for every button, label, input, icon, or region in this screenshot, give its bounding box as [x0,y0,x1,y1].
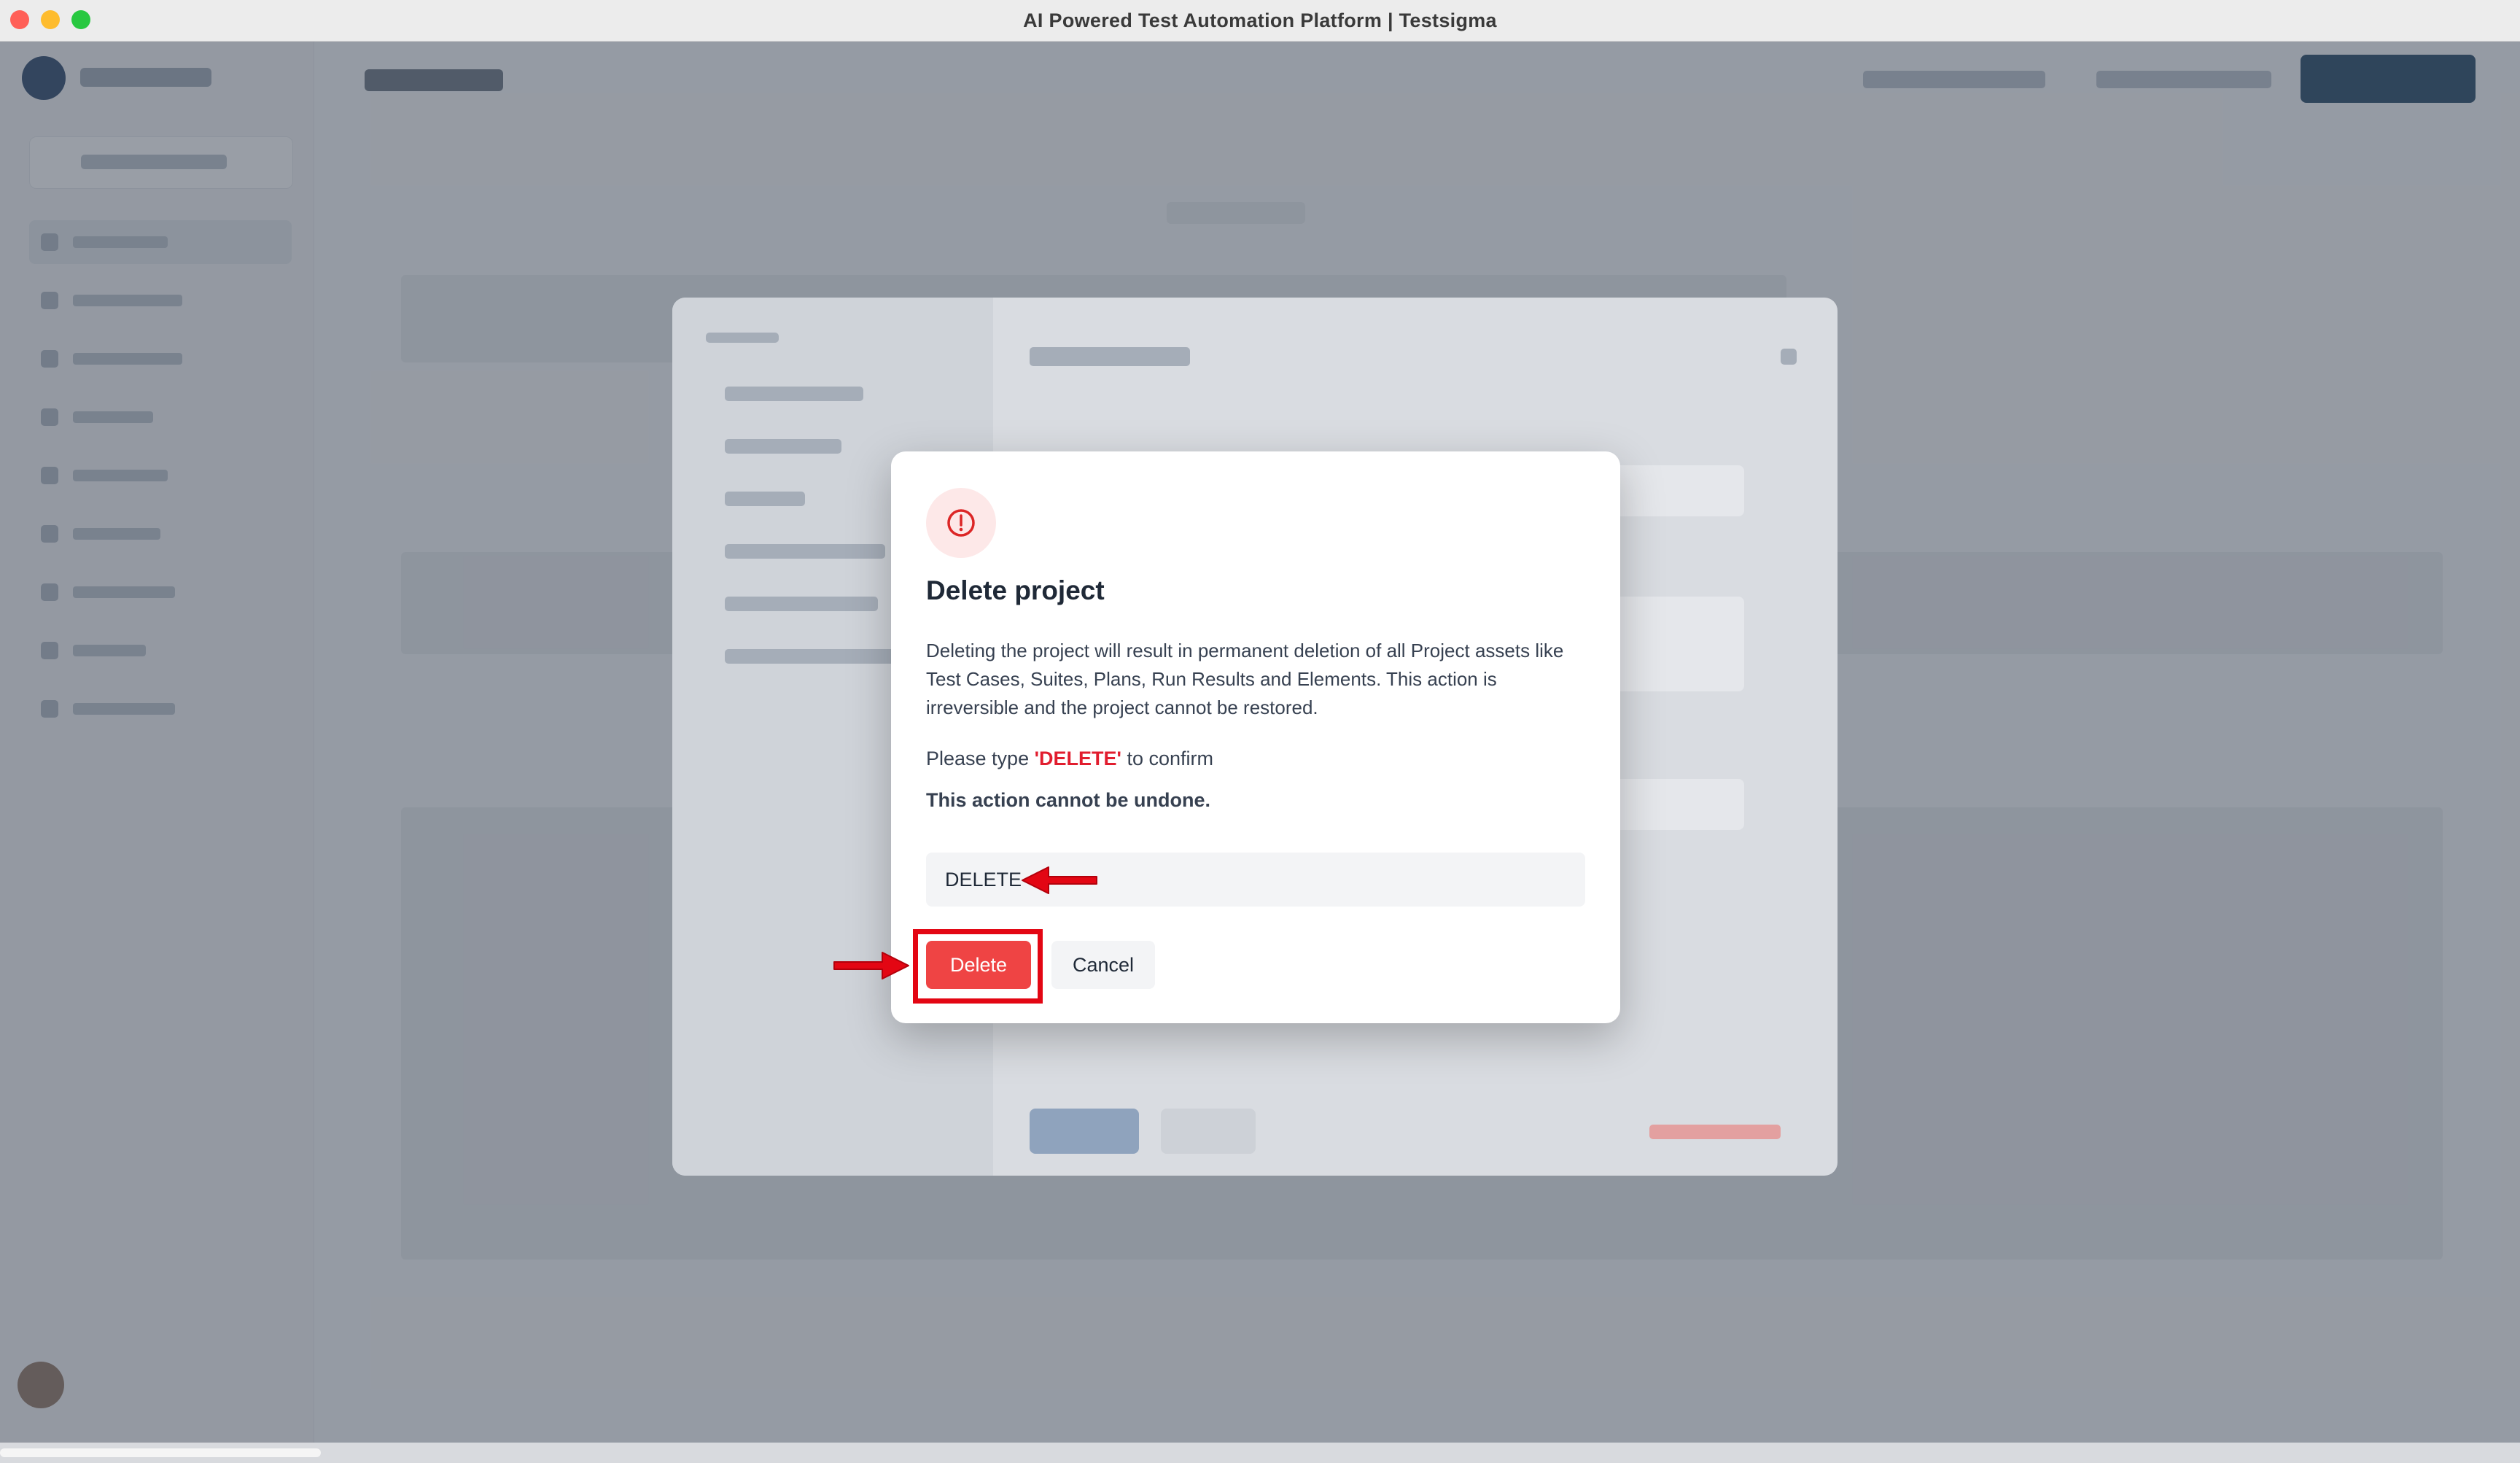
delete-project-dialog: Delete project Deleting the project will… [891,451,1620,1023]
alert-circle-icon [926,488,996,558]
confirm-suffix: to confirm [1121,748,1213,769]
nav-placeholder [725,492,805,506]
nav-placeholder [725,387,863,401]
confirm-keyword: 'DELETE' [1034,748,1121,769]
cancel-button[interactable]: Cancel [1051,941,1155,989]
edit-modal-title [1030,347,1190,366]
close-window-button[interactable] [10,10,29,29]
confirm-instruction: Please type 'DELETE' to confirm [926,748,1213,770]
minimize-window-button[interactable] [41,10,60,29]
edit-modal-save-button [1030,1109,1139,1154]
nav-placeholder [706,333,779,343]
nav-placeholder [725,649,900,664]
nav-placeholder [725,439,841,454]
edit-modal-cancel-button [1161,1109,1256,1154]
dialog-title: Delete project [926,575,1105,605]
confirm-prefix: Please type [926,748,1035,769]
delete-button[interactable]: Delete [926,941,1031,989]
zoom-window-button[interactable] [71,10,90,29]
scrollbar-thumb[interactable] [0,1448,321,1457]
nav-placeholder [725,544,885,559]
arrow-left-icon [1022,866,1097,894]
window-controls [10,10,90,29]
arrow-right-icon [833,952,909,979]
edit-modal-delete-link [1649,1125,1781,1139]
horizontal-scrollbar[interactable] [0,1443,2520,1463]
edit-modal-close-icon [1781,349,1797,365]
window-titlebar: AI Powered Test Automation Platform | Te… [0,0,2520,42]
nav-placeholder [725,597,878,611]
dialog-description: Deleting the project will result in perm… [926,640,1564,718]
irreversible-warning: This action cannot be undone. [926,789,1211,811]
window-title: AI Powered Test Automation Platform | Te… [1023,9,1497,31]
